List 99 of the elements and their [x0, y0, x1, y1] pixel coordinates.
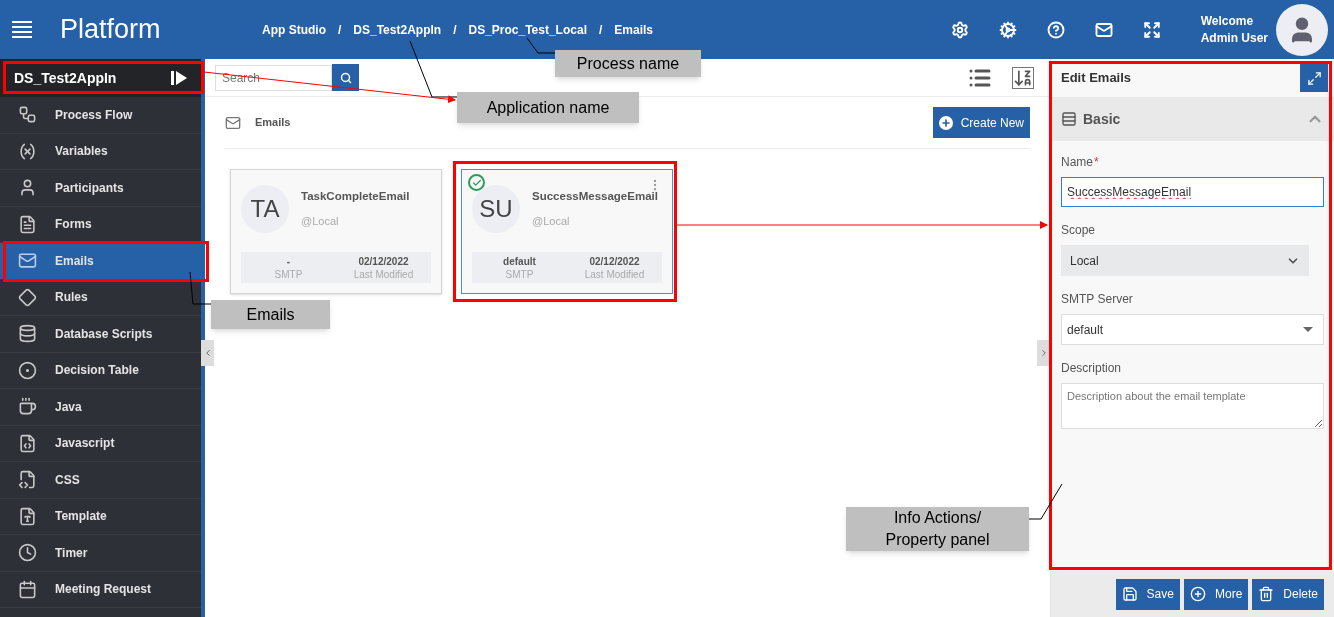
sidebar-item[interactable]: Forms — [0, 206, 201, 243]
settings-icon[interactable] — [950, 20, 969, 39]
action-button[interactable]: Delete — [1252, 578, 1324, 610]
sidebar-item[interactable]: Process Flow — [0, 97, 201, 134]
circle-icon — [18, 360, 37, 380]
expand-button[interactable] — [1300, 64, 1328, 92]
database-icon — [18, 324, 37, 344]
smtp-server-select[interactable]: default — [1061, 314, 1324, 345]
help-icon[interactable] — [1046, 20, 1065, 39]
coffee-cup-icon — [18, 397, 37, 417]
email-name: TaskCompleteEmail — [301, 189, 410, 205]
app-title: Platform — [60, 13, 162, 47]
action-button[interactable]: Save — [1115, 578, 1180, 610]
breadcrumb-link[interactable]: DS_Test2AppIn — [353, 20, 442, 39]
flow-icon — [18, 105, 37, 125]
save-icon — [1121, 586, 1138, 602]
email-name: SuccessMessageEmail — [532, 189, 658, 205]
person-icon — [18, 178, 37, 198]
application-name: DS_Test2AppIn — [14, 68, 117, 88]
modified-label: Last Modified — [353, 267, 414, 281]
cogs-icon[interactable] — [998, 20, 1017, 39]
plus-icon — [938, 115, 953, 130]
section-title: Emails — [255, 115, 291, 131]
sidebar-item[interactable]: Participants — [0, 170, 201, 207]
sort-icon[interactable] — [1012, 66, 1034, 89]
avatar[interactable] — [1276, 3, 1328, 56]
leader-line — [526, 37, 556, 54]
mail-icon[interactable] — [1094, 20, 1113, 39]
email-scope: @Local — [532, 214, 571, 230]
name-field[interactable]: SuccessMessageEmail — [1061, 177, 1324, 207]
caret-icon — [1303, 327, 1313, 332]
code-file-icon — [18, 433, 37, 453]
callout-label: Emails — [211, 300, 330, 329]
search-button[interactable] — [332, 64, 359, 91]
form-icon — [1061, 111, 1077, 127]
sidebar-item[interactable]: Template — [0, 498, 201, 535]
required-mark: * — [1094, 154, 1099, 171]
sidebar-item[interactable]: Javascript — [0, 425, 201, 462]
calendar-icon — [18, 579, 37, 599]
sidebar-item[interactable]: Rules — [0, 279, 201, 316]
email-card[interactable]: SU SuccessMessageEmail @Local default SMTP 02/12/2022 Last Modified — [461, 169, 673, 294]
sidebar-item[interactable]: Timer — [0, 535, 201, 572]
section-header[interactable]: Basic — [1051, 97, 1334, 141]
breadcrumb-link[interactable]: DS_Proc_Test_Local — [468, 20, 587, 39]
field-label: Scope — [1061, 222, 1096, 239]
document-icon — [18, 214, 37, 234]
breadcrumb-link[interactable]: Emails — [614, 20, 653, 39]
breadcrumb-separator: / — [453, 21, 457, 39]
modified-label: Last Modified — [584, 267, 645, 281]
sidebar-item[interactable]: Emails — [0, 243, 201, 280]
expand-icon — [1306, 70, 1322, 86]
field-label: Description — [1061, 360, 1122, 377]
welcome-text: Welcome — [1200, 12, 1255, 30]
initials-avatar: TA — [241, 185, 289, 233]
envelope-icon — [225, 114, 241, 131]
callout-label: Process name — [555, 50, 701, 77]
trash-icon — [1258, 586, 1275, 602]
diamond-icon — [18, 287, 37, 307]
modified-date: 02/12/2022 — [589, 254, 640, 268]
smtp-value: default — [503, 254, 536, 268]
template-file-icon — [18, 506, 37, 526]
leader-line — [1027, 483, 1063, 520]
breadcrumb-link[interactable]: App Studio — [262, 20, 326, 39]
callout-label: Info Actions/ Property panel — [846, 507, 1029, 551]
sidebar-item[interactable]: Meeting Request — [0, 571, 201, 608]
field-label: SMTP Server — [1061, 291, 1133, 308]
initials-avatar: SU — [472, 185, 520, 233]
code-file-icon — [18, 470, 37, 490]
sidebar-item[interactable]: Decision Table — [0, 352, 201, 389]
action-button[interactable]: More — [1183, 578, 1249, 610]
sidebar-item[interactable]: Database Scripts — [0, 316, 201, 353]
breadcrumb-separator: / — [598, 21, 603, 39]
fullscreen-icon[interactable] — [1142, 20, 1161, 39]
smtp-value: - — [286, 254, 291, 268]
sidebar-item[interactable]: Variables — [0, 133, 201, 170]
envelope-icon — [18, 251, 37, 271]
leader-line — [409, 40, 458, 98]
collapse-handle[interactable] — [201, 340, 214, 366]
modified-date: 02/12/2022 — [358, 254, 409, 268]
callout-label: Application name — [457, 92, 639, 123]
create-new-button[interactable]: Create New — [932, 107, 1030, 138]
search-icon — [339, 71, 352, 84]
smtp-label: SMTP — [274, 267, 303, 281]
plus-circle-icon — [1189, 586, 1206, 602]
field-label: Name — [1061, 154, 1093, 171]
variable-icon — [18, 141, 37, 161]
description-field[interactable]: Description about the email template — [1061, 383, 1324, 429]
email-card[interactable]: TA TaskCompleteEmail @Local - SMTP 02/12/2022 Last Modified — [230, 169, 442, 294]
email-scope: @Local — [301, 214, 340, 230]
clock-icon — [18, 543, 37, 563]
leader-line — [189, 271, 212, 305]
smtp-label: SMTP — [505, 267, 534, 281]
sidebar-item[interactable]: Java — [0, 389, 201, 426]
breadcrumb-separator: / — [338, 21, 342, 39]
scope-select[interactable]: Local — [1061, 245, 1309, 276]
sidebar-item[interactable]: CSS — [0, 462, 201, 499]
collapse-icon[interactable] — [171, 71, 187, 85]
panel-title: Edit Emails — [1061, 69, 1132, 88]
user-name: Admin User — [1200, 29, 1268, 47]
